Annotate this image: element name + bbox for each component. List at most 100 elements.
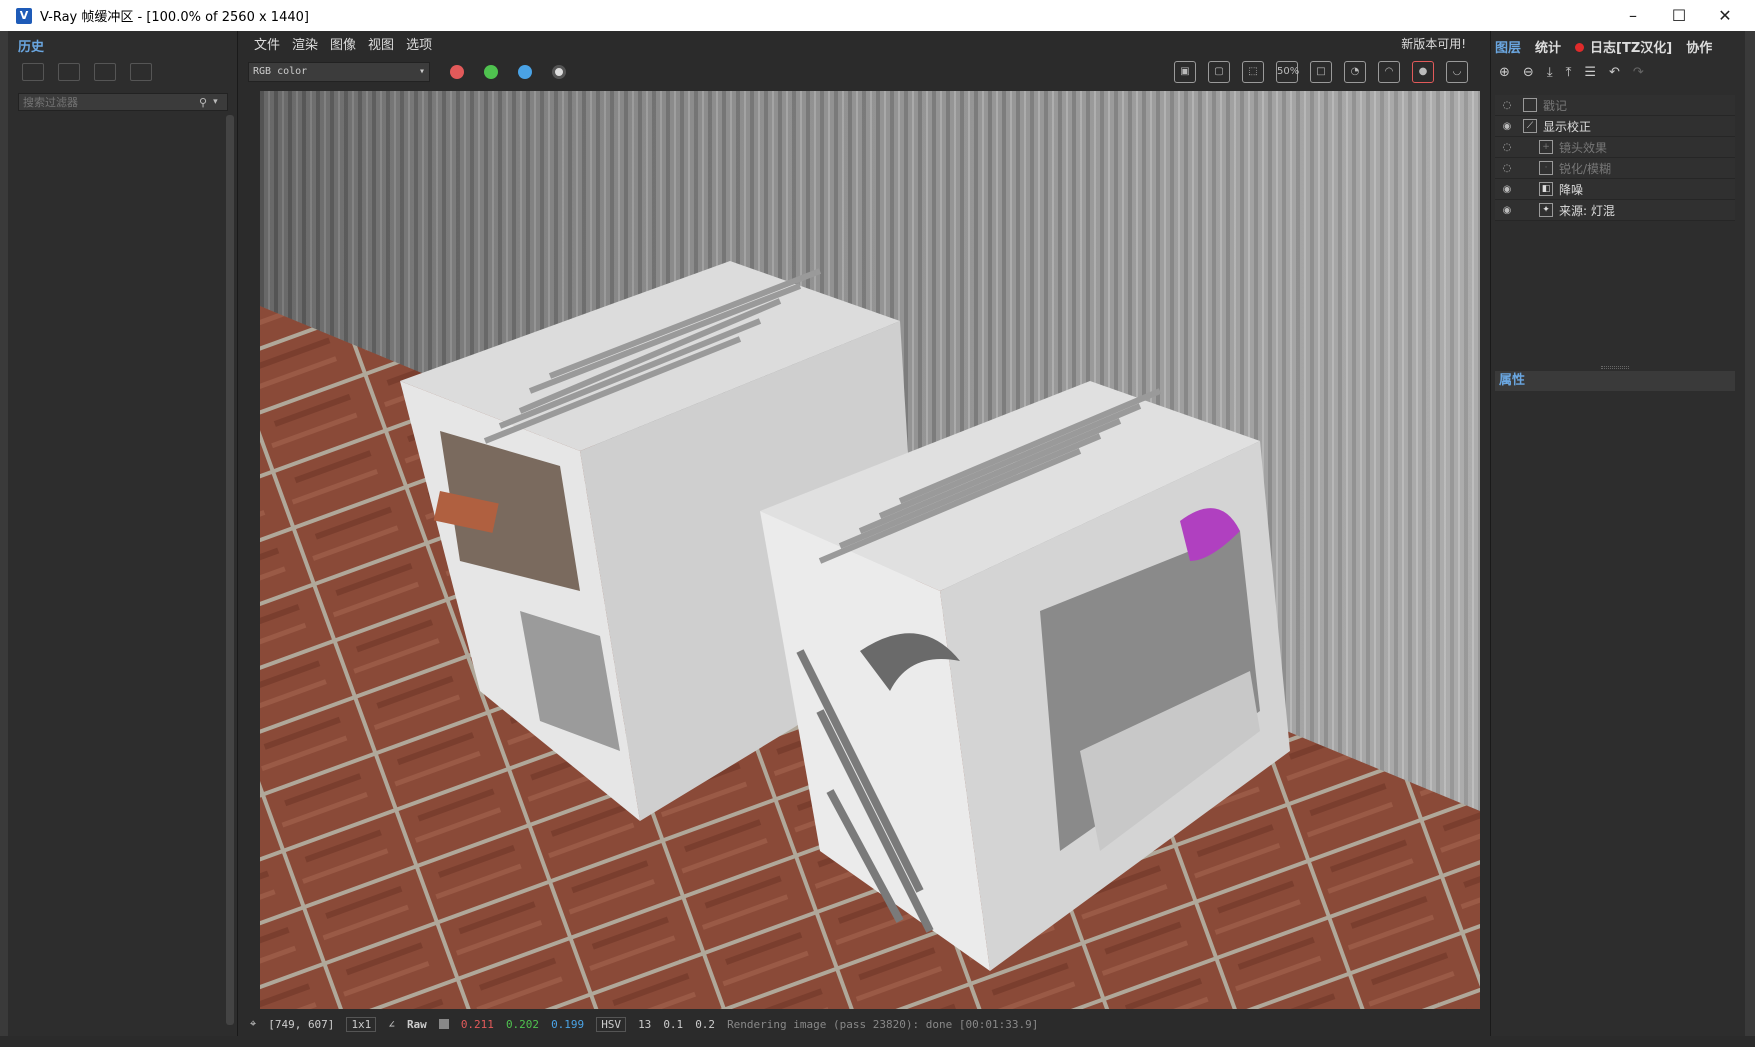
menu-view[interactable]: 视图 — [368, 34, 394, 53]
green-value: 0.202 — [505, 1017, 540, 1031]
load-history-icon[interactable] — [94, 63, 116, 81]
rendered-image — [260, 91, 1480, 1009]
remove-history-icon[interactable] — [130, 63, 152, 81]
red-channel-button[interactable] — [450, 65, 464, 79]
menu-file[interactable]: 文件 — [254, 34, 280, 53]
hidden-eye-icon[interactable]: ◌ — [1499, 100, 1515, 111]
clear-image-icon[interactable]: ▢ — [1208, 61, 1230, 83]
eye-icon[interactable]: ◉ — [1499, 121, 1515, 132]
interactive-render-icon[interactable]: ◔ — [1344, 61, 1366, 83]
left-dock-strip — [0, 31, 8, 1036]
chevron-down-icon[interactable]: ▾ — [213, 97, 218, 107]
layer-label: 来源: 灯混 — [1559, 203, 1615, 218]
alpha-channel-button[interactable] — [552, 65, 566, 79]
render-icon[interactable]: ● — [1412, 61, 1434, 83]
list-icon[interactable]: ☰ — [1584, 65, 1596, 80]
hue-value: 13 — [638, 1017, 652, 1031]
main-toolbar: RGB color ▣ ▢ ⬚ 50% □ ◔ ◠ ● ◡ — [246, 57, 1486, 87]
render-tools: ▣ ▢ ⬚ 50% □ ◔ ◠ ● ◡ — [1174, 61, 1468, 83]
minimize-button[interactable]: – — [1610, 0, 1656, 31]
frame-buffer-area: 文件 渲染 图像 视图 选项 新版本可用! RGB color ▣ ▢ ⬚ 50… — [246, 31, 1486, 1036]
color-picker-icon[interactable]: ∠ — [388, 1018, 395, 1031]
hidden-eye-icon[interactable]: ◌ — [1499, 163, 1515, 174]
eye-icon[interactable]: ◉ — [1499, 205, 1515, 216]
curve-icon: ⟋ — [1523, 119, 1537, 133]
raw-toggle[interactable]: Raw — [407, 1018, 427, 1031]
layer-label: 镜头效果 — [1559, 140, 1608, 155]
window-title: V-Ray 帧缓冲区 - [100.0% of 2560 x 1440] — [40, 10, 309, 25]
tab-layers[interactable]: 图层 — [1495, 37, 1521, 56]
denoise-icon: ◧ — [1539, 182, 1553, 196]
saturation-value: 0.1 — [663, 1017, 684, 1031]
channel-select[interactable]: RGB color — [248, 62, 430, 82]
delete-layer-icon[interactable]: ⊖ — [1523, 65, 1534, 80]
history-toolbar — [22, 63, 152, 81]
tab-stats[interactable]: 统计 — [1535, 37, 1561, 56]
layer-sharpen-blur[interactable]: ◌ · 锐化/模糊 — [1495, 158, 1735, 179]
stop-render-icon[interactable]: ◡ — [1446, 61, 1468, 83]
vray-logo-icon: V — [16, 7, 32, 24]
history-tab[interactable]: 历史 — [18, 36, 44, 55]
lightmix-icon: ✦ — [1539, 203, 1553, 217]
redo-icon[interactable]: ↷ — [1633, 65, 1644, 80]
eye-icon[interactable]: ◉ — [1499, 184, 1515, 195]
history-search: ⚲ ▾ — [18, 93, 228, 111]
render-last-icon[interactable]: ◠ — [1378, 61, 1400, 83]
sampler-select[interactable]: 1x1 — [346, 1016, 377, 1032]
search-input[interactable] — [23, 95, 193, 109]
layer-label: 显示校正 — [1543, 119, 1592, 134]
blue-value: 0.199 — [551, 1017, 585, 1031]
zoom-50-icon[interactable]: 50% — [1276, 61, 1299, 83]
pixel-coords: [749, 607] — [268, 1017, 335, 1031]
undo-icon[interactable]: ↶ — [1609, 65, 1620, 80]
tab-collab[interactable]: 协作 — [1686, 37, 1712, 56]
save-layers-icon[interactable]: ⤓ — [1547, 65, 1553, 80]
save-history-icon[interactable] — [22, 63, 44, 81]
tab-log-label: 日志[TZ汉化] — [1590, 41, 1673, 56]
record-icon — [1575, 43, 1585, 52]
layer-display-correction[interactable]: ◉ ⟋ 显示校正 — [1495, 116, 1735, 137]
close-button[interactable]: ✕ — [1702, 0, 1748, 31]
layer-toolbar: ⊕ ⊖ ⤓ ⤒ ☰ ↶ ↷ — [1499, 65, 1644, 80]
layer-lens-effects[interactable]: ◌ + 镜头效果 — [1495, 137, 1735, 158]
layer-list: ◌ 戳记 ◉ ⟋ 显示校正 ◌ + 镜头效果 ◌ · 锐化/模糊 ◉ ◧ 降噪 … — [1495, 95, 1735, 221]
add-layer-icon[interactable]: ⊕ — [1499, 65, 1510, 80]
maximize-button[interactable]: ☐ — [1656, 0, 1702, 31]
render-viewport[interactable] — [260, 91, 1480, 1009]
layer-label: 降噪 — [1559, 182, 1584, 197]
layer-stamp[interactable]: ◌ 戳记 — [1495, 95, 1735, 116]
ab-compare-icon[interactable] — [58, 63, 80, 81]
menu-render[interactable]: 渲染 — [292, 34, 318, 53]
right-dock-strip — [1745, 31, 1755, 1036]
sharpen-icon: · — [1539, 161, 1553, 175]
color-mode-select[interactable]: HSV — [596, 1016, 627, 1032]
blue-channel-button[interactable] — [518, 65, 532, 79]
search-icon[interactable]: ⚲ — [199, 96, 207, 109]
red-value: 0.211 — [460, 1017, 494, 1031]
right-tabs: 图层 统计 日志[TZ汉化] 协作 — [1495, 37, 1712, 56]
layer-label: 锐化/模糊 — [1559, 161, 1612, 176]
history-panel: 历史 ⚲ ▾ — [8, 31, 238, 1036]
layer-denoise[interactable]: ◉ ◧ 降噪 — [1495, 179, 1735, 200]
swatch — [438, 1019, 449, 1029]
update-available-link[interactable]: 新版本可用! — [1401, 35, 1466, 52]
load-layers-icon[interactable]: ⤒ — [1566, 65, 1572, 80]
history-scrollbar[interactable] — [226, 115, 234, 1025]
panel-splitter[interactable] — [1601, 366, 1629, 369]
green-channel-button[interactable] — [484, 65, 498, 79]
menu-image[interactable]: 图像 — [330, 34, 356, 53]
region-render-icon[interactable]: ⬚ — [1242, 61, 1264, 83]
properties-header: 属性 — [1495, 371, 1735, 391]
pixel-lock-icon[interactable]: ⌖ — [250, 1017, 256, 1031]
layer-source-lightmix[interactable]: ◉ ✦ 来源: 灯混 — [1495, 200, 1735, 221]
layer-checkbox-icon[interactable] — [1523, 98, 1537, 112]
layer-label: 戳记 — [1543, 98, 1568, 113]
frame-icon[interactable]: □ — [1310, 61, 1332, 83]
title-bar: V V-Ray 帧缓冲区 - [100.0% of 2560 x 1440] –… — [0, 0, 1755, 31]
menu-bar: 文件 渲染 图像 视图 选项 新版本可用! — [246, 31, 1486, 55]
status-bar: ⌖ [749, 607] 1x1 ∠ Raw 0.211 0.202 0.199… — [246, 1013, 1486, 1035]
hidden-eye-icon[interactable]: ◌ — [1499, 142, 1515, 153]
tab-log[interactable]: 日志[TZ汉化] — [1575, 37, 1672, 56]
menu-options[interactable]: 选项 — [406, 34, 432, 53]
save-image-icon[interactable]: ▣ — [1174, 61, 1196, 83]
